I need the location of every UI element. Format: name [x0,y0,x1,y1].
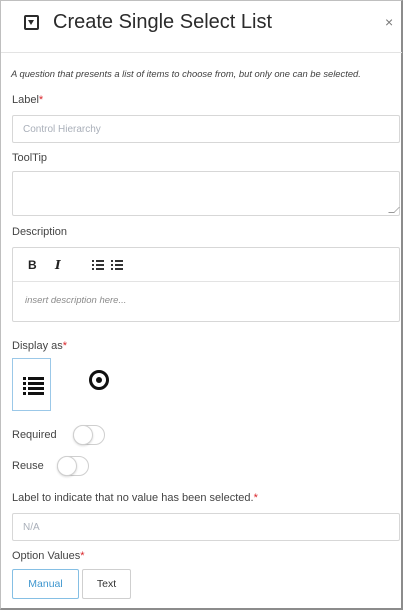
display-as-label: Display as* [12,340,68,352]
required-toggle[interactable] [73,425,105,445]
reuse-toggle[interactable] [57,456,89,476]
no-value-input[interactable] [12,513,400,541]
tooltip-textarea[interactable] [12,171,400,216]
editor-toolbar: B I [13,248,399,282]
ordered-list-icon[interactable] [92,260,104,270]
display-as-radio-option[interactable] [89,370,109,390]
display-as-list-option[interactable] [12,358,51,411]
required-label: Required [12,429,57,441]
reuse-label: Reuse [12,460,44,472]
no-value-label: Label to indicate that no value has been… [12,492,258,504]
manual-button[interactable]: Manual [12,569,79,599]
bold-button[interactable]: B [28,258,37,272]
option-values-label: Option Values* [12,550,85,562]
radio-icon [96,377,102,383]
unordered-list-icon[interactable] [111,260,123,270]
text-button[interactable]: Text [82,569,131,599]
description-field-label: Description [12,226,68,238]
italic-button[interactable]: I [55,258,61,272]
dialog-title: Create Single Select List [53,11,273,33]
toggle-knob [73,425,93,445]
label-field-label: Label* [12,94,44,106]
collapse-square-icon[interactable] [24,15,39,30]
close-icon[interactable]: × [385,15,393,29]
dialog-header: Create Single Select List × [1,1,402,53]
description-editor: B I insert description here... [12,247,400,322]
resize-handle-icon[interactable] [388,207,400,213]
create-single-select-dialog: Create Single Select List × A question t… [0,0,403,610]
label-input[interactable] [12,115,400,143]
toggle-knob [57,456,77,476]
description-body[interactable]: insert description here... [25,295,126,306]
list-icon [23,377,44,396]
dialog-description: A question that presents a list of items… [11,68,361,79]
tooltip-field-label: ToolTip [12,152,48,164]
